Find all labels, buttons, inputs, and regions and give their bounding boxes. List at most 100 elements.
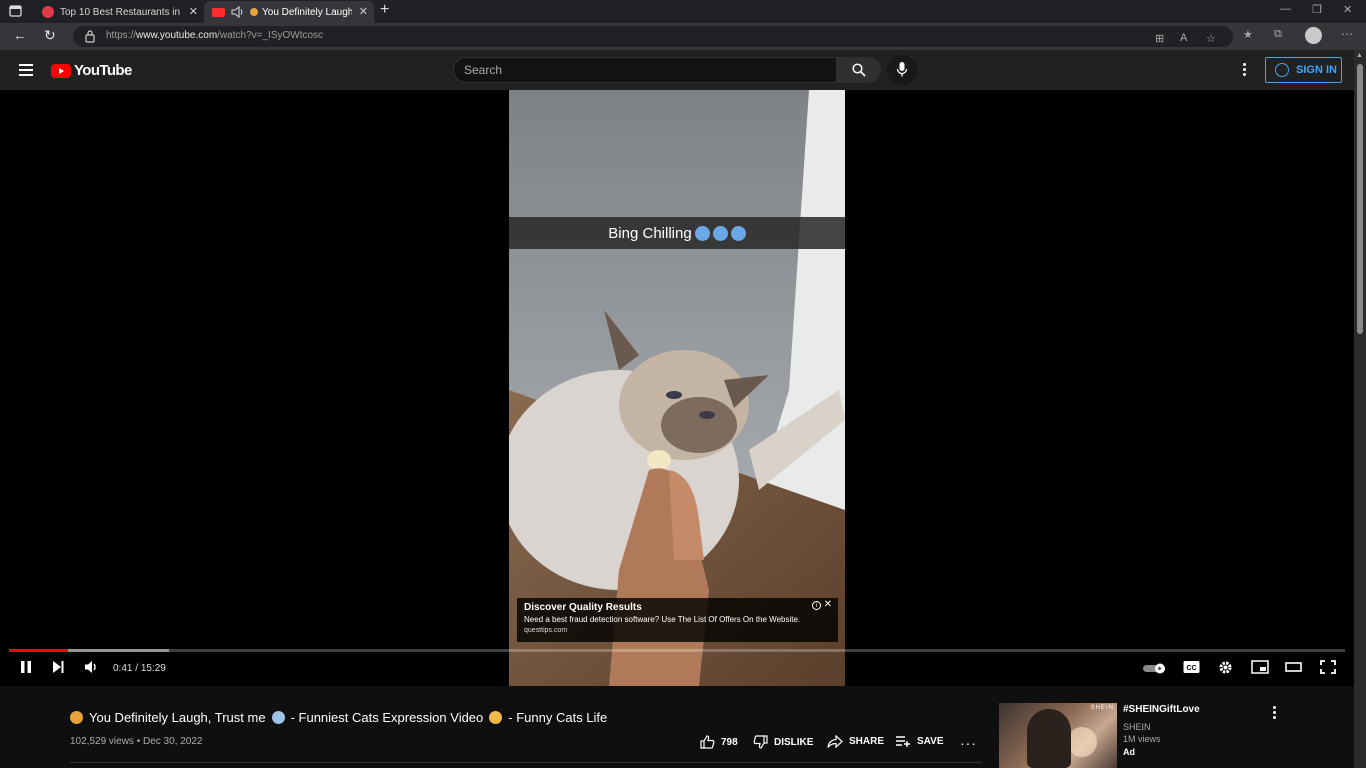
time-display: 0:41 / 15:29: [113, 663, 166, 674]
theater-mode-icon[interactable]: [1285, 660, 1302, 674]
settings-gear-icon[interactable]: [1218, 660, 1233, 675]
browser-menu-icon[interactable]: ⋯: [1341, 27, 1353, 41]
share-label: SHARE: [849, 736, 885, 747]
hamburger-menu-icon[interactable]: [19, 64, 33, 76]
browser-tab-youtube[interactable]: You Definitely Laugh, Trust me ✕: [204, 1, 374, 23]
scrollbar-thumb[interactable]: [1357, 64, 1363, 334]
volume-icon[interactable]: [84, 660, 100, 674]
restore-icon[interactable]: ❐: [1312, 3, 1322, 16]
progress-played: [9, 649, 68, 652]
cold-face-emoji-icon: [694, 225, 710, 241]
voice-search-button[interactable]: [887, 55, 917, 85]
search-button[interactable]: [837, 57, 881, 83]
sign-in-button[interactable]: SIGN IN: [1265, 57, 1342, 83]
screaming-face-emoji-icon: [271, 711, 285, 724]
svg-text:CC: CC: [1186, 665, 1196, 672]
url-field[interactable]: https://www.youtube.com/watch?v=_ISyOWtc…: [73, 26, 1233, 47]
tab-title: You Definitely Laugh, Trust me: [262, 6, 352, 18]
profile-avatar[interactable]: [1305, 27, 1322, 44]
speaker-icon[interactable]: [231, 6, 244, 18]
sidebar-ad-card[interactable]: SHEIN #SHEINGiftLove SHEIN 1M views Ad: [999, 703, 1299, 768]
dislike-label: DISLIKE: [774, 736, 814, 748]
video-caption-overlay: Bing Chilling: [509, 217, 845, 249]
video-title: You Definitely Laugh, Trust me - Funnies…: [70, 710, 607, 725]
microphone-icon: [896, 62, 908, 77]
close-tab-icon[interactable]: ✕: [189, 5, 198, 18]
favorites-icon[interactable]: ★: [1243, 28, 1253, 41]
new-tab-icon[interactable]: +: [380, 1, 389, 19]
settings-more-icon[interactable]: [1243, 63, 1247, 78]
search-input[interactable]: [464, 61, 824, 79]
like-button[interactable]: 798: [700, 735, 738, 749]
youtube-header: YouTube SIGN IN: [0, 50, 1354, 90]
logo-text: YouTube: [74, 62, 132, 79]
ad-overlay-url[interactable]: questtips.com: [524, 627, 831, 634]
save-label: SAVE: [917, 735, 944, 747]
star-struck-emoji-icon: [489, 711, 503, 724]
close-window-icon[interactable]: ✕: [1343, 3, 1352, 16]
like-count: 798: [721, 736, 738, 748]
scroll-up-icon[interactable]: ▲: [1356, 52, 1363, 59]
collections-icon[interactable]: ⧉: [1274, 28, 1282, 41]
browser-tab-restaurants[interactable]: Top 10 Best Restaurants in Paters ✕: [34, 1, 204, 23]
more-actions-icon[interactable]: ···: [960, 735, 977, 751]
ad-overlay-title[interactable]: Discover Quality Results: [524, 602, 831, 613]
search-icon: [852, 63, 866, 77]
browser-tab-bar: Top 10 Best Restaurants in Paters ✕ You …: [0, 0, 1366, 23]
minimize-icon[interactable]: —: [1280, 3, 1291, 15]
video-title-end: - Funny Cats Life: [508, 710, 608, 725]
read-aloud-icon[interactable]: A: [1180, 32, 1187, 44]
ad-thumbnail-brand: SHEIN: [1090, 705, 1114, 711]
next-video-icon[interactable]: [51, 660, 65, 674]
share-button[interactable]: SHARE: [827, 735, 884, 748]
tab-actions-icon[interactable]: [8, 4, 24, 19]
divider: [70, 762, 982, 763]
share-arrow-icon: [827, 735, 843, 748]
progress-bar[interactable]: [9, 649, 1345, 652]
view-count: 102,529 views: [70, 736, 134, 747]
miniplayer-icon[interactable]: [1251, 660, 1269, 674]
lock-icon: [85, 30, 95, 43]
url-text: https://www.youtube.com/watch?v=_ISyOWtc…: [106, 30, 324, 41]
ad-overlay-description: Need a best fraud detection software? Us…: [524, 615, 801, 624]
back-arrow-icon[interactable]: ←: [13, 27, 27, 43]
youtube-play-logo-icon: [51, 63, 71, 78]
ad-overlay-banner[interactable]: Discover Quality Results Need a best fra…: [517, 598, 838, 642]
video-info-section: You Definitely Laugh, Trust me - Funnies…: [0, 686, 1354, 768]
ad-close-icon[interactable]: ✕: [824, 599, 832, 610]
favorite-star-icon[interactable]: ☆: [1206, 32, 1216, 45]
cold-face-emoji-icon: [712, 225, 728, 241]
ad-thumbnail[interactable]: SHEIN: [999, 703, 1117, 768]
close-tab-icon[interactable]: ✕: [359, 5, 368, 18]
sign-in-label: SIGN IN: [1296, 64, 1337, 76]
refresh-icon[interactable]: ↻: [44, 27, 56, 44]
user-circle-icon: [1275, 63, 1289, 77]
save-button[interactable]: SAVE: [895, 735, 944, 747]
caption-text: Bing Chilling: [608, 224, 692, 242]
dislike-button[interactable]: DISLIKE: [753, 735, 813, 749]
video-meta: 102,529 views • Dec 30, 2022: [70, 736, 203, 747]
search-box: [453, 57, 837, 83]
video-frame[interactable]: [509, 90, 845, 686]
upload-date: Dec 30, 2022: [143, 736, 203, 747]
pause-icon[interactable]: [19, 660, 33, 674]
add-to-playlist-icon: [896, 736, 910, 747]
video-player[interactable]: Bing Chilling Discover Quality Results N…: [0, 90, 1354, 686]
ad-title[interactable]: #SHEINGiftLove: [1123, 704, 1200, 715]
ad-channel: SHEIN: [1123, 722, 1151, 732]
app-available-icon[interactable]: ⊞: [1155, 32, 1164, 45]
ad-info-icon[interactable]: i: [812, 601, 821, 610]
youtube-logo[interactable]: YouTube: [51, 62, 132, 79]
thumbs-down-icon: [753, 735, 768, 749]
ad-views: 1M views: [1123, 734, 1161, 744]
tab-title: Top 10 Best Restaurants in Paters: [60, 6, 182, 18]
cold-face-emoji-icon: [730, 225, 746, 241]
page-scrollbar[interactable]: ▲: [1354, 50, 1366, 768]
youtube-favicon-icon: [212, 7, 225, 17]
subtitles-cc-icon[interactable]: CC: [1183, 660, 1200, 674]
autoplay-toggle[interactable]: [1143, 663, 1167, 674]
ad-more-icon[interactable]: [1273, 706, 1277, 721]
browser-address-bar: ← ↻ https://www.youtube.com/watch?v=_ISy…: [0, 23, 1366, 50]
ad-badge: Ad: [1123, 747, 1135, 757]
fullscreen-icon[interactable]: [1320, 660, 1336, 674]
